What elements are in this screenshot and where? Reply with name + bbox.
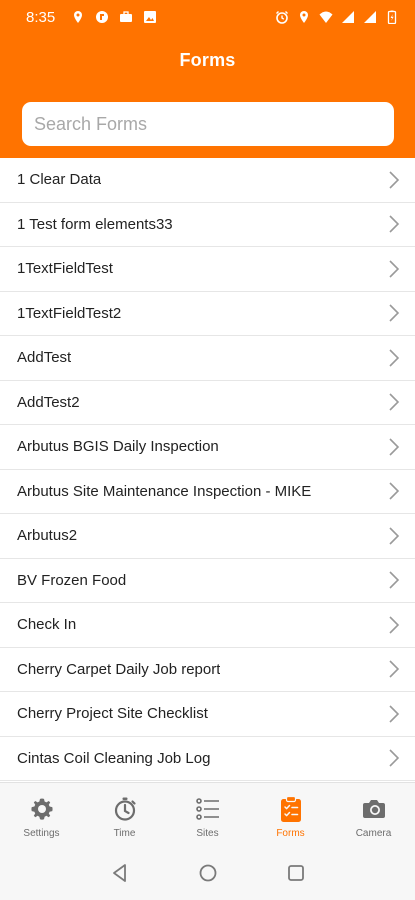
stopwatch-icon [114, 797, 136, 821]
form-list-item[interactable]: Arbutus BGIS Daily Inspection [0, 425, 415, 470]
tab-forms[interactable]: Forms [249, 783, 332, 846]
chevron-right-icon [389, 616, 400, 634]
tab-label: Settings [23, 828, 60, 839]
tab-label: Forms [276, 828, 305, 839]
chevron-right-icon [389, 438, 400, 456]
app-notification-icon [96, 11, 109, 23]
chevron-right-icon [389, 349, 400, 367]
location-icon [300, 11, 308, 23]
chevron-right-icon [389, 705, 400, 723]
image-notification-icon [144, 11, 157, 23]
form-list-item[interactable]: AddTest2 [0, 381, 415, 425]
form-name: AddTest2 [17, 393, 80, 411]
tab-camera[interactable]: Camera [332, 783, 415, 846]
form-name: Cherry Carpet Daily Job report [17, 660, 221, 678]
status-right [275, 10, 399, 24]
briefcase-notification-icon [120, 11, 133, 22]
chevron-right-icon [389, 660, 400, 678]
home-icon[interactable] [197, 862, 219, 884]
tab-label: Time [113, 828, 136, 839]
chevron-right-icon [389, 260, 400, 278]
form-name: Arbutus BGIS Daily Inspection [17, 438, 219, 456]
clipboard-checklist-icon [280, 795, 301, 822]
recents-icon[interactable] [285, 862, 307, 884]
form-list-item[interactable]: Cherry Project Site Checklist [0, 692, 415, 737]
chevron-right-icon [389, 215, 400, 233]
form-name: BV Frozen Food [17, 571, 127, 589]
form-name: 1TextFieldTest2 [17, 304, 122, 322]
chevron-right-icon [389, 527, 400, 545]
camera-icon [362, 800, 385, 818]
form-list-item[interactable]: Arbutus Site Maintenance Inspection - MI… [0, 470, 415, 514]
form-list-item[interactable]: 1TextFieldTest2 [0, 292, 415, 336]
map-pin-notification-icon [74, 11, 83, 23]
form-list-item[interactable]: 1 Test form elements33 [0, 203, 415, 247]
tab-time[interactable]: Time [83, 783, 166, 846]
alarm-icon [276, 11, 288, 24]
status-time: 8:35 [26, 8, 56, 26]
app-header: 8:35 Forms [0, 0, 415, 158]
chevron-right-icon [389, 393, 400, 411]
chevron-right-icon [389, 571, 400, 589]
form-name: Cintas Coil Cleaning Job Log [17, 749, 211, 767]
form-name: Arbutus2 [17, 527, 78, 545]
form-list-item[interactable]: Check In [0, 603, 415, 648]
cell-signal-2-icon [364, 11, 376, 23]
forms-list: 1 Clear Data 1 Test form elements33 1TextF… [0, 158, 415, 782]
form-list-item[interactable]: AddTest [0, 336, 415, 381]
chevron-right-icon [389, 304, 400, 322]
form-name: 1TextFieldTest [17, 260, 113, 278]
page-title: Forms [179, 50, 236, 70]
tab-label: Sites [196, 828, 219, 839]
chevron-right-icon [389, 171, 400, 189]
form-name: 1 Clear Data [17, 171, 102, 189]
battery-icon [387, 10, 397, 24]
form-list-item[interactable]: 1 Clear Data [0, 158, 415, 203]
system-nav-bar [0, 846, 415, 900]
form-list-item[interactable]: Cherry Carpet Daily Job report [0, 648, 415, 692]
form-list-item[interactable]: Cintas Coil Cleaning Job Log [0, 737, 415, 781]
form-list-item[interactable]: BV Frozen Food [0, 559, 415, 603]
tab-settings[interactable]: Settings [0, 783, 83, 846]
chevron-right-icon [389, 749, 400, 767]
form-name: AddTest [17, 349, 72, 367]
wifi-icon [319, 11, 333, 23]
form-list-item[interactable]: 1TextFieldTest [0, 247, 415, 292]
form-list-item[interactable]: Arbutus2 [0, 514, 415, 559]
form-name: 1 Test form elements33 [17, 215, 173, 233]
tab-sites[interactable]: Sites [166, 783, 249, 846]
form-name: Check In [17, 616, 77, 634]
status-left: 8:35 [26, 9, 157, 26]
gear-icon [30, 798, 53, 820]
tab-label: Camera [355, 828, 392, 839]
status-bar: 8:35 [0, 0, 415, 34]
bottom-tab-bar: Settings Time Sites Forms Camera [0, 782, 415, 846]
search-input[interactable] [22, 102, 394, 146]
form-name: Cherry Project Site Checklist [17, 705, 208, 723]
cell-signal-icon [342, 11, 354, 23]
back-icon[interactable] [109, 862, 131, 884]
form-name: Arbutus Site Maintenance Inspection - MI… [17, 482, 312, 500]
list-icon [195, 798, 219, 820]
chevron-right-icon [389, 482, 400, 500]
